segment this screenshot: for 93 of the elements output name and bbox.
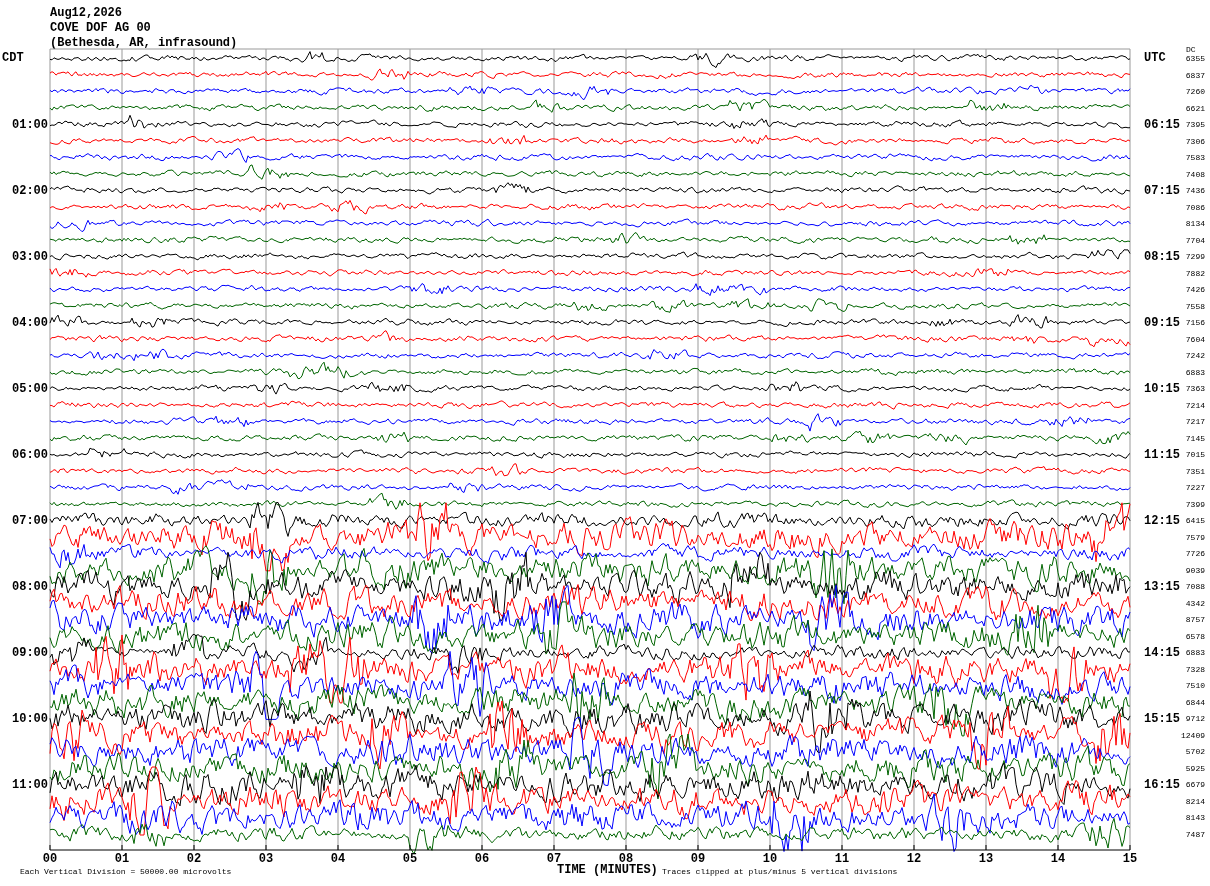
dc-value: 7558 <box>1185 301 1205 311</box>
time-label: 07:15 <box>1144 184 1180 199</box>
dc-value: 7408 <box>1185 169 1205 179</box>
dc-value: 7395 <box>1185 120 1205 130</box>
dc-value: 7015 <box>1185 450 1205 460</box>
location-label: (Bethesda, AR, infrasound) <box>50 36 238 50</box>
time-label: 04:00 <box>12 316 48 331</box>
clip-note: Traces clipped at plus/minus 5 vertical divisions <box>662 867 898 876</box>
time-label: 02:00 <box>12 184 48 199</box>
tick-label: 10 <box>762 852 778 866</box>
dc-value: 8134 <box>1185 219 1205 229</box>
dc-value: 9712 <box>1185 714 1205 724</box>
axis-title: CDT <box>2 51 24 65</box>
dc-value: 6355 <box>1185 54 1205 63</box>
tick-label: 06 <box>474 852 490 866</box>
dc-value: 5702 <box>1185 747 1205 757</box>
tick-label: 01 <box>114 852 130 866</box>
dc-value: 7726 <box>1185 549 1205 559</box>
dc-value: 6837 <box>1185 70 1205 80</box>
time-label: 09:00 <box>12 646 48 661</box>
time-label: 06:15 <box>1144 118 1180 133</box>
dc-value: 5925 <box>1185 763 1205 773</box>
dc-value: 6883 <box>1185 367 1205 377</box>
dc-value: 7145 <box>1185 433 1205 443</box>
tick-label: 14 <box>1050 852 1066 866</box>
dc-value: 7260 <box>1185 87 1205 96</box>
time-label: 03:00 <box>12 250 48 265</box>
dc-value: 6415 <box>1185 516 1205 526</box>
dc-value: 7436 <box>1185 186 1205 196</box>
dc-value: 7882 <box>1185 268 1205 278</box>
dc-value: 7227 <box>1185 483 1205 493</box>
time-label: 12:15 <box>1144 514 1180 529</box>
dc-value: 7328 <box>1185 664 1205 674</box>
tick-label: 15 <box>1122 852 1138 866</box>
tick-label: 00 <box>42 852 58 866</box>
time-label: 01:00 <box>12 118 48 133</box>
dc-value: 7704 <box>1185 235 1205 245</box>
time-label: 13:15 <box>1144 580 1180 595</box>
dc-value: 6578 <box>1185 631 1205 641</box>
dc-value: 7306 <box>1185 136 1205 146</box>
dc-value: 7086 <box>1185 202 1205 212</box>
date-label: Aug12,2026 <box>50 6 122 20</box>
tick-label: 05 <box>402 852 418 866</box>
time-label: 15:15 <box>1144 712 1180 727</box>
time-label: 06:00 <box>12 448 48 463</box>
time-label: 10:15 <box>1144 382 1180 397</box>
tick-label: 03 <box>258 852 274 866</box>
time-label: 10:00 <box>12 712 48 727</box>
dc-value: 4342 <box>1185 598 1205 608</box>
tick-label: 04 <box>330 852 346 866</box>
dc-value: 6621 <box>1185 103 1205 113</box>
time-label: 16:15 <box>1144 778 1180 793</box>
dc-value: 7363 <box>1185 384 1205 394</box>
dc-value: 9039 <box>1185 565 1205 575</box>
tick-label: 02 <box>186 852 202 866</box>
dc-value: 7583 <box>1185 153 1205 163</box>
scale-note: Each Vertical Division = 50000.00 microvolts <box>20 867 232 876</box>
dc-value: 7156 <box>1185 318 1205 328</box>
dc-value: 7579 <box>1185 532 1205 542</box>
dc-value: 6883 <box>1185 648 1205 658</box>
dc-value: 7399 <box>1185 499 1205 509</box>
time-label: 11:00 <box>12 778 48 793</box>
dc-value: 7217 <box>1185 417 1205 427</box>
dc-title: DC <box>1186 45 1196 54</box>
dc-value: 12409 <box>1181 730 1205 740</box>
dc-value: 6844 <box>1185 697 1205 707</box>
dc-value: 8757 <box>1185 615 1205 625</box>
time-label: 08:00 <box>12 580 48 595</box>
dc-value: 7604 <box>1185 334 1205 344</box>
time-label: 14:15 <box>1144 646 1180 661</box>
dc-value: 8143 <box>1185 813 1205 823</box>
dc-value: 8214 <box>1185 797 1205 806</box>
tick-label: 12 <box>906 852 922 866</box>
dc-value: 7351 <box>1185 466 1205 476</box>
dc-value: 7299 <box>1185 252 1205 262</box>
dc-value: 6679 <box>1185 780 1205 790</box>
dc-value: 7487 <box>1185 830 1205 839</box>
tick-label: 11 <box>834 852 850 866</box>
time-label: 09:15 <box>1144 316 1180 331</box>
dc-value: 7426 <box>1185 285 1205 295</box>
time-label: 07:00 <box>12 514 48 529</box>
dc-value: 7242 <box>1185 351 1205 361</box>
dc-value: 7088 <box>1185 582 1205 592</box>
dc-value: 7510 <box>1185 681 1205 691</box>
time-label: 05:00 <box>12 382 48 397</box>
tick-label: 13 <box>978 852 994 866</box>
time-label: 11:15 <box>1144 448 1180 463</box>
axis-title: UTC <box>1144 51 1166 65</box>
tick-label: 09 <box>690 852 706 866</box>
dc-value: 7214 <box>1185 400 1205 410</box>
time-label: 08:15 <box>1144 250 1180 265</box>
axis-title: TIME (MINUTES) <box>557 863 658 877</box>
station-label: COVE DOF AG 00 <box>50 21 151 35</box>
